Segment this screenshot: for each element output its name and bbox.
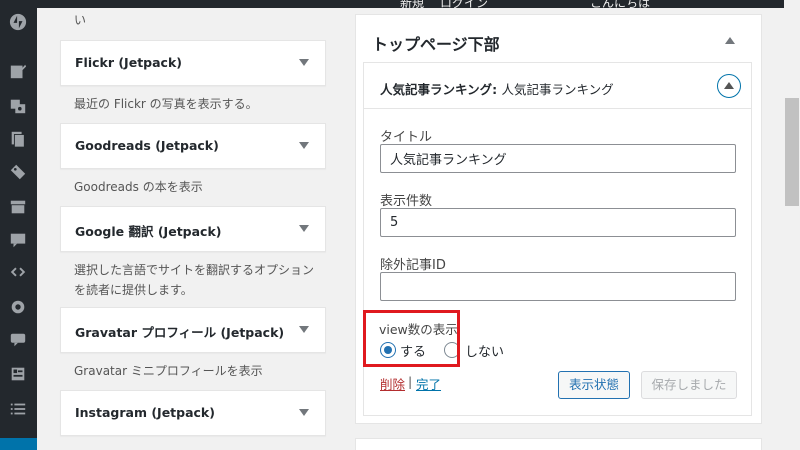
widget-title: Instagram (Jetpack) [75, 405, 215, 420]
widget-instance-title: 人気記事ランキング [501, 82, 614, 97]
chevron-down-icon[interactable] [299, 142, 309, 149]
comments-icon[interactable] [8, 230, 28, 250]
widget-google-translate[interactable]: Google 翻訳 (Jetpack) [60, 206, 326, 252]
settings-icon[interactable] [8, 297, 28, 317]
widget-title: Google 翻訳 (Jetpack) [75, 224, 222, 239]
chevron-down-icon[interactable] [299, 59, 309, 66]
widget-title: Gravatar プロフィール (Jetpack) [75, 325, 285, 340]
page-scrollbar[interactable] [784, 0, 800, 450]
widget-title: Goodreads (Jetpack) [75, 138, 219, 153]
sidebar-next [355, 438, 762, 450]
title-input[interactable] [380, 144, 736, 173]
widget-description: 最近の Flickr の写真を表示する。 [74, 97, 258, 111]
chevron-down-icon[interactable] [299, 225, 309, 232]
title-label: タイトル [380, 130, 433, 145]
media-icon[interactable] [8, 96, 28, 116]
code-icon[interactable] [8, 262, 28, 282]
admin-bar-greeting[interactable]: こんにちは [590, 0, 650, 8]
chevron-down-icon[interactable] [299, 409, 309, 416]
highlight-box [363, 310, 460, 367]
delete-link[interactable]: 削除 [380, 374, 405, 393]
chevron-up-icon[interactable] [725, 37, 735, 44]
form-icon[interactable] [8, 364, 28, 384]
link-separator: | [408, 374, 413, 389]
appearance-icon[interactable] [8, 197, 28, 217]
pages-icon[interactable] [8, 129, 28, 149]
widget-goodreads[interactable]: Goodreads (Jetpack) [60, 123, 326, 169]
comment-icon[interactable] [8, 330, 28, 350]
widget-description: Gravatar ミニプロフィールを表示 [74, 364, 263, 378]
widget-flickr[interactable]: Flickr (Jetpack) [60, 40, 326, 86]
widget-instagram[interactable]: Instagram (Jetpack) [60, 390, 326, 436]
exclude-id-input[interactable] [380, 272, 736, 301]
scrollbar-thumb[interactable] [785, 98, 799, 206]
sidebar-title[interactable]: トップページ下部 [372, 31, 500, 55]
admin-bar-new[interactable]: 新規 [400, 0, 424, 8]
widget-description-fragment: い [74, 13, 87, 27]
widget-header[interactable]: 人気記事ランキング: 人気記事ランキング [364, 63, 751, 109]
admin-bar: 新規 ログイン こんにちは [0, 0, 800, 8]
posts-icon[interactable] [8, 61, 28, 81]
visibility-button[interactable]: 表示状態 [558, 371, 630, 399]
save-button[interactable]: 保存しました [641, 371, 737, 399]
jetpack-icon[interactable] [8, 12, 28, 32]
done-link[interactable]: 完了 [416, 374, 441, 393]
admin-menu [0, 0, 37, 450]
chevron-down-icon[interactable] [299, 326, 309, 333]
views-no-label[interactable]: しない [465, 341, 504, 360]
exclude-id-label: 除外記事ID [380, 258, 446, 273]
widget-name: 人気記事ランキング [380, 82, 493, 97]
widget-header-title: 人気記事ランキング: 人気記事ランキング [380, 82, 614, 97]
list-icon[interactable] [8, 399, 28, 419]
count-input[interactable] [380, 208, 736, 237]
widget-description: 選択した言語でサイトを翻訳するオプションを読者に提供します。 [74, 263, 315, 297]
admin-bar-login[interactable]: ログイン [440, 0, 488, 8]
count-label: 表示件数 [380, 194, 433, 209]
tags-icon[interactable] [8, 162, 28, 182]
widget-gravatar[interactable]: Gravatar プロフィール (Jetpack) [60, 307, 326, 353]
widget-title: Flickr (Jetpack) [75, 55, 182, 70]
collapse-icon[interactable] [717, 74, 741, 98]
widget-description: Goodreads の本を表示 [74, 180, 203, 194]
active-menu-item[interactable] [0, 438, 37, 450]
